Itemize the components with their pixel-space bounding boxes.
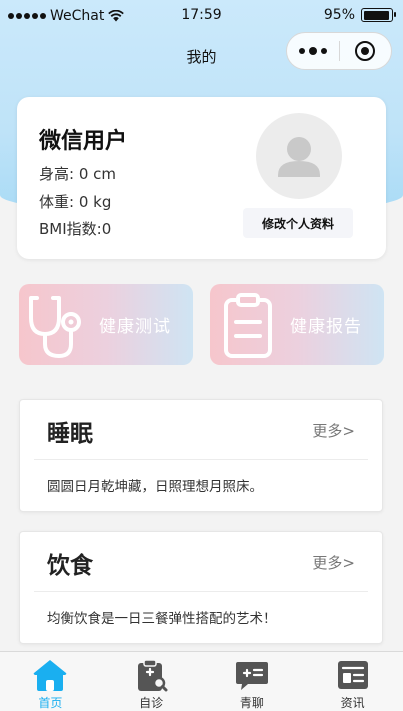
diet-title: 饮食 xyxy=(47,553,93,579)
self-diagnosis-icon xyxy=(138,659,168,692)
sleep-more-link[interactable]: 更多> xyxy=(312,420,355,441)
diet-section: 饮食 更多> 均衡饮食是一日三餐弹性搭配的艺术！ xyxy=(19,531,383,644)
sleep-section: 睡眠 更多> 圆圆日月乾坤藏，日照理想月照床。 xyxy=(19,399,383,512)
avatar[interactable] xyxy=(256,113,342,199)
weight-text: 体重: 0 kg xyxy=(39,193,112,211)
user-icon xyxy=(278,137,320,177)
tab-chat-label: 青聊 xyxy=(239,696,264,710)
section-divider xyxy=(34,591,368,592)
tab-home-label: 首页 xyxy=(38,696,63,710)
health-test-tile[interactable]: 健康测试 xyxy=(19,284,193,365)
health-report-tile[interactable]: 健康报告 xyxy=(210,284,384,365)
battery-icon xyxy=(361,8,396,22)
home-icon xyxy=(34,660,67,691)
health-report-label: 健康报告 xyxy=(290,317,362,337)
diet-text: 均衡饮食是一日三餐弹性搭配的艺术！ xyxy=(47,611,277,627)
profile-card: 微信用户 身高: 0 cm 体重: 0 kg BMI指数:0 修改个人资料 xyxy=(17,97,386,259)
status-right: 95% xyxy=(323,7,396,23)
clipboard-icon xyxy=(224,293,272,358)
tab-news-label: 资讯 xyxy=(340,696,365,710)
news-icon xyxy=(337,661,368,689)
sleep-text: 圆圆日月乾坤藏，日照理想月照床。 xyxy=(47,479,263,495)
target-icon xyxy=(355,41,376,61)
battery-fill xyxy=(363,10,390,20)
more-menu-button[interactable] xyxy=(287,33,339,69)
chat-icon xyxy=(235,662,268,690)
tab-self-diagnosis-label: 自诊 xyxy=(139,696,164,710)
edit-profile-button[interactable]: 修改个人资料 xyxy=(243,208,353,238)
diet-more-link[interactable]: 更多> xyxy=(312,552,355,573)
sleep-title: 睡眠 xyxy=(47,421,93,447)
stethoscope-icon xyxy=(29,296,81,359)
battery-percent: 95% xyxy=(323,7,355,23)
user-name: 微信用户 xyxy=(39,129,128,154)
status-bar: WeChat 17:59 95% xyxy=(0,0,403,32)
height-text: 身高: 0 cm xyxy=(39,165,116,183)
miniprogram-capsule xyxy=(286,32,392,70)
tab-bar: 首页 自诊 青聊 资讯 xyxy=(0,651,403,711)
tab-home[interactable]: 首页 xyxy=(0,652,101,711)
tab-news[interactable]: 资讯 xyxy=(302,652,403,711)
bmi-text: BMI指数:0 xyxy=(39,220,112,238)
tab-chat[interactable]: 青聊 xyxy=(202,652,303,711)
health-test-label: 健康测试 xyxy=(99,317,171,337)
section-divider xyxy=(34,459,368,460)
tab-self-diagnosis[interactable]: 自诊 xyxy=(101,652,202,711)
close-miniprogram-button[interactable] xyxy=(340,33,391,69)
